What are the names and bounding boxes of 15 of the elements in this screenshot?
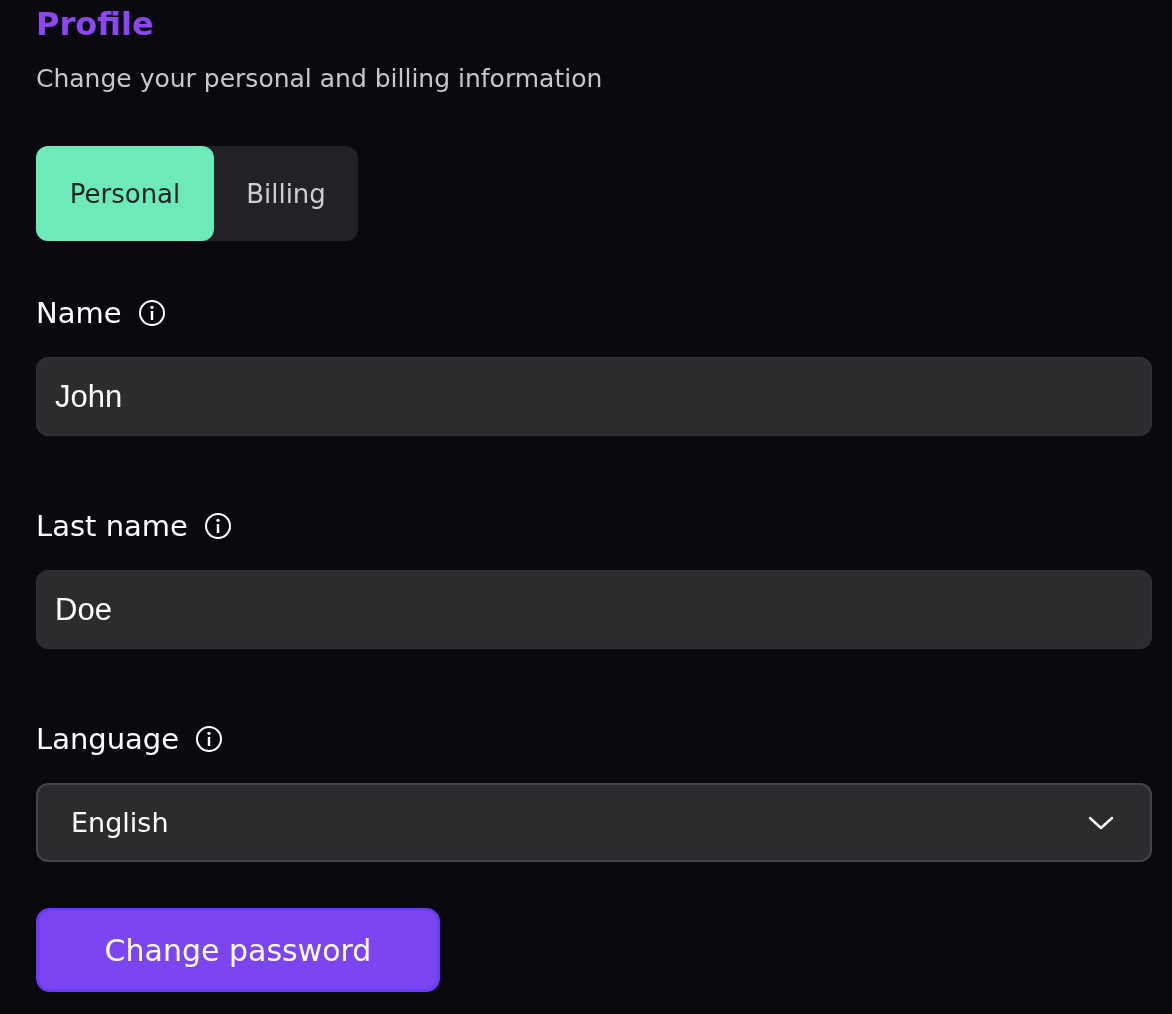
tab[interactable]: Personal xyxy=(36,146,214,241)
field-label: Name xyxy=(36,296,122,330)
info-icon xyxy=(203,512,232,540)
language-dropdown[interactable]: English xyxy=(36,783,1152,862)
field-label: Language xyxy=(36,722,180,756)
change-password-button[interactable]: Change password xyxy=(36,908,440,992)
chevron-down-icon xyxy=(1088,814,1114,831)
page-title: Profile xyxy=(36,4,155,45)
info-icon xyxy=(137,299,166,327)
input-field[interactable]: Doe xyxy=(36,570,1152,649)
info-icon xyxy=(195,725,224,753)
page-subtitle: Change your personal and billing information xyxy=(36,63,604,95)
field-label: Last name xyxy=(36,509,188,543)
tab[interactable]: Billing xyxy=(214,146,358,241)
input-field[interactable]: John xyxy=(36,357,1152,436)
